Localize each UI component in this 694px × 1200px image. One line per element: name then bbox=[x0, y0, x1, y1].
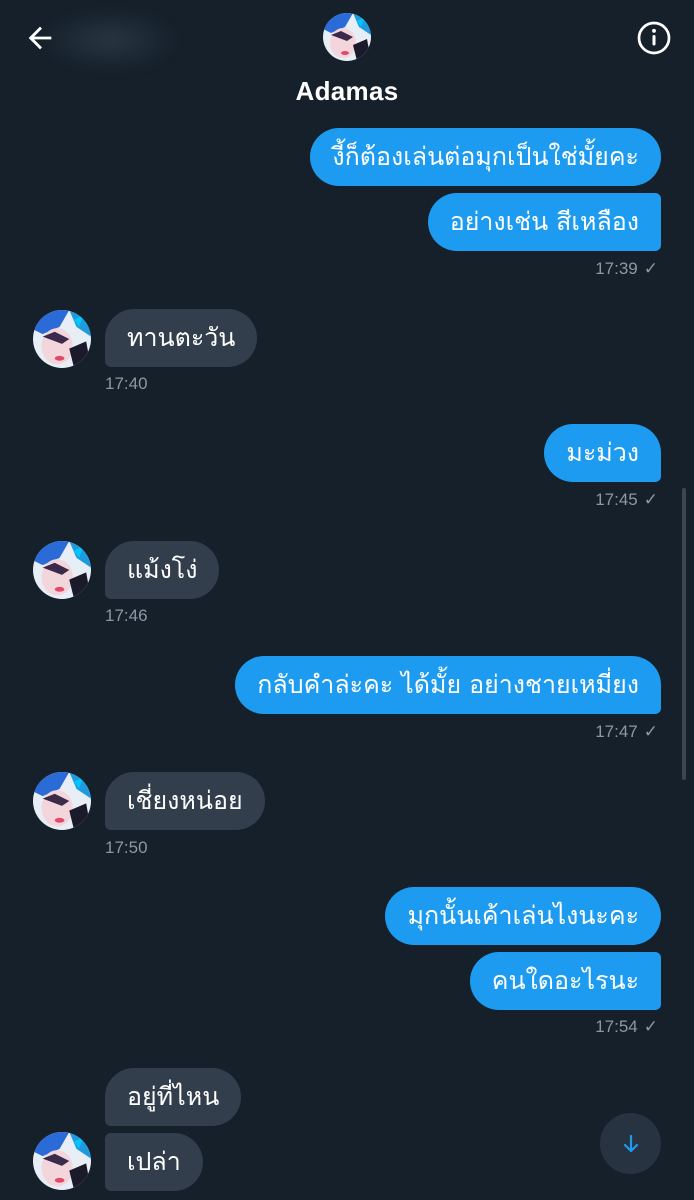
sender-avatar[interactable] bbox=[33, 541, 91, 599]
message-timestamp: 17:39 ✓ bbox=[595, 259, 658, 279]
arrow-left-icon bbox=[28, 26, 52, 50]
received-message[interactable]: เชี่ยงหน่อย bbox=[105, 772, 265, 830]
avatar-image bbox=[33, 541, 91, 599]
message-timestamp: 17:47 ✓ bbox=[595, 722, 658, 742]
sent-message[interactable]: กลับคำล่ะคะ ได้มั้ย อย่างชายเหมี่ยง bbox=[235, 656, 661, 714]
sent-check-icon: ✓ bbox=[643, 722, 658, 741]
sent-check-icon: ✓ bbox=[643, 259, 658, 278]
avatar-image bbox=[33, 310, 91, 368]
sent-message[interactable]: อย่างเช่น สีเหลือง bbox=[427, 193, 661, 251]
header-avatar[interactable] bbox=[323, 13, 371, 61]
sent-message[interactable]: คนใดอะไรนะ bbox=[469, 952, 661, 1010]
received-message[interactable]: แม้งโง่ bbox=[105, 541, 220, 599]
timestamp-text: 17:39 bbox=[595, 259, 638, 278]
message-timestamp: 17:46 bbox=[105, 606, 148, 625]
timestamp-text: 17:54 bbox=[595, 1017, 638, 1036]
avatar-image bbox=[33, 1132, 91, 1190]
received-message[interactable]: ทานตะวัน bbox=[105, 309, 258, 367]
scroll-to-bottom-button[interactable] bbox=[600, 1113, 661, 1174]
conversation-info-button[interactable] bbox=[630, 14, 678, 62]
avatar-image bbox=[33, 772, 91, 830]
message-timestamp: 17:54 ✓ bbox=[595, 1017, 658, 1037]
timestamp-text: 17:45 bbox=[595, 490, 638, 509]
sender-avatar[interactable] bbox=[33, 1132, 91, 1190]
sent-message[interactable]: มุกนั้นเค้าเล่นไงนะคะ bbox=[385, 887, 661, 945]
message-timestamp: 17:40 bbox=[105, 374, 148, 393]
avatar-image bbox=[323, 13, 371, 61]
timestamp-text: 17:47 bbox=[595, 722, 638, 741]
back-button[interactable] bbox=[16, 14, 64, 62]
sent-check-icon: ✓ bbox=[643, 490, 658, 509]
sender-avatar[interactable] bbox=[33, 772, 91, 830]
message-timestamp: 17:50 bbox=[105, 838, 148, 857]
received-message[interactable]: อยู่ที่ไหน bbox=[105, 1068, 242, 1126]
message-timestamp: 17:45 ✓ bbox=[595, 490, 658, 510]
scrollbar-thumb[interactable] bbox=[682, 488, 686, 780]
sent-message[interactable]: งี้ก็ต้องเล่นต่อมุกเป็นใช่มั้ยคะ bbox=[310, 128, 661, 186]
info-icon bbox=[637, 21, 671, 55]
conversation-title[interactable]: Adamas bbox=[0, 76, 694, 107]
received-message[interactable]: เปล่า bbox=[105, 1133, 203, 1191]
sent-check-icon: ✓ bbox=[643, 1017, 658, 1036]
sender-avatar[interactable] bbox=[33, 310, 91, 368]
arrow-down-icon bbox=[623, 1134, 638, 1152]
sent-message[interactable]: มะม่วง bbox=[544, 424, 661, 482]
